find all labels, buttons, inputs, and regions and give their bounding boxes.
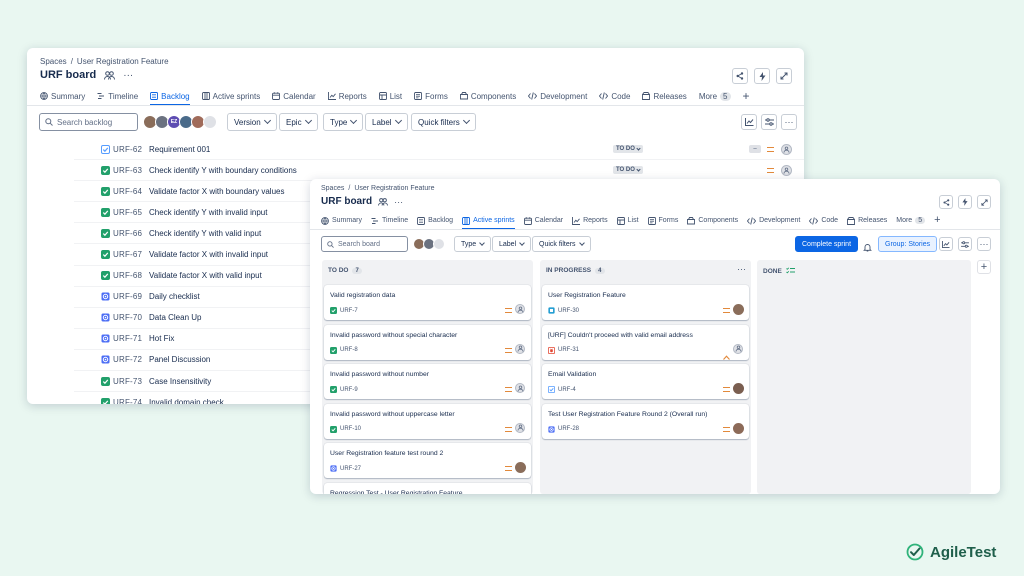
card-key[interactable]: URF-28 (558, 426, 579, 432)
unassigned-avatar-icon[interactable] (515, 383, 525, 393)
card-title: Valid registration data (330, 292, 396, 299)
board-card[interactable]: Invalid password without special charact… (324, 324, 531, 360)
assignee-avatar[interactable] (733, 422, 744, 434)
column-count-badge: 7 (352, 267, 362, 274)
unassigned-avatar-icon[interactable] (515, 422, 525, 433)
agiletest-logo-icon (906, 543, 924, 561)
board-card[interactable]: [URF] Couldn't proceed with valid email … (542, 324, 749, 360)
card-key[interactable]: URF-30 (558, 308, 579, 314)
bug-type-icon (548, 346, 555, 354)
board-card[interactable]: Invalid password without number URF-9 (324, 364, 531, 399)
board-card[interactable]: Regression Test - User Registration Feat… (324, 482, 531, 495)
board-card[interactable]: User Registration feature test round 2 UR… (324, 443, 531, 478)
unassigned-avatar-icon[interactable] (515, 343, 525, 354)
session-type-icon (330, 465, 337, 472)
card-title: Invalid password without number (330, 371, 429, 378)
card-footer: URF-4 (548, 386, 576, 393)
priority-medium-icon (505, 387, 512, 392)
card-footer: URF-8 (330, 346, 358, 354)
requirement-type-icon (548, 307, 555, 314)
story-type-icon (330, 346, 337, 354)
card-title: User Registration Feature (548, 292, 626, 299)
card-footer: URF-27 (330, 465, 361, 472)
story-type-icon (330, 425, 337, 433)
column-more-icon[interactable]: ··· (737, 264, 746, 274)
unassigned-avatar-icon[interactable] (733, 343, 743, 354)
priority-medium-icon (723, 308, 730, 313)
column-header: TO DO 7 (328, 267, 362, 274)
session-type-icon (548, 425, 555, 433)
card-footer: URF-30 (548, 307, 579, 314)
done-checklist-icon (785, 267, 795, 276)
priority-medium-icon (505, 347, 512, 353)
card-title: Email Validation (548, 371, 597, 378)
priority-high-icon (723, 347, 730, 365)
story-type-icon (330, 386, 337, 393)
card-title: [URF] Couldn't proceed with valid email … (548, 331, 693, 339)
priority-medium-icon (723, 387, 730, 392)
card-key[interactable]: URF-4 (558, 387, 576, 393)
card-title: Regression Test - User Registration Feat… (330, 489, 463, 495)
card-key[interactable]: URF-8 (340, 347, 358, 353)
column-header: DONE (763, 267, 795, 276)
story-type-icon (330, 307, 337, 314)
priority-medium-icon (505, 466, 512, 471)
board-card[interactable]: Test User Registration Feature Round 2 (… (542, 403, 749, 439)
card-title: Invalid password without special charact… (330, 331, 458, 339)
board-card[interactable]: User Registration Feature URF-30 (542, 285, 749, 320)
card-key[interactable]: URF-10 (340, 426, 361, 432)
assignee-avatar[interactable] (733, 383, 744, 394)
priority-medium-icon (505, 308, 512, 313)
card-title: User Registration feature test round 2 (330, 450, 444, 457)
card-footer: URF-31 (548, 346, 579, 354)
column-header: IN PROGRESS 4 (546, 267, 605, 274)
board-column-done (757, 260, 971, 494)
column-title: DONE (763, 268, 782, 275)
card-title: Invalid password without uppercase lette… (330, 410, 455, 418)
unassigned-avatar-icon[interactable] (515, 304, 525, 314)
board-card[interactable]: Invalid password without uppercase lette… (324, 403, 531, 439)
card-title: Test User Registration Feature Round 2 (… (548, 410, 708, 418)
agiletest-logo: AgileTest (906, 543, 996, 561)
card-key[interactable]: URF-7 (340, 308, 358, 314)
priority-medium-icon (505, 426, 512, 432)
column-title: TO DO (328, 267, 349, 274)
assignee-avatar[interactable] (515, 462, 526, 473)
column-count-badge: 4 (595, 267, 605, 274)
card-footer: URF-9 (330, 386, 358, 393)
test-type-icon (548, 386, 555, 393)
card-key[interactable]: URF-9 (340, 387, 358, 393)
card-footer: URF-28 (548, 425, 579, 433)
card-key[interactable]: URF-31 (558, 347, 579, 353)
board-card[interactable]: Email Validation URF-4 (542, 364, 749, 399)
column-title: IN PROGRESS (546, 267, 592, 274)
brand-name: AgileTest (930, 543, 997, 561)
card-key[interactable]: URF-27 (340, 466, 361, 472)
assignee-avatar[interactable] (733, 304, 744, 315)
add-column-icon[interactable]: + (977, 260, 991, 274)
priority-medium-icon (723, 426, 730, 432)
board-card[interactable]: Valid registration data URF-7 (324, 285, 531, 320)
card-footer: URF-10 (330, 425, 361, 433)
card-footer: URF-7 (330, 307, 358, 314)
